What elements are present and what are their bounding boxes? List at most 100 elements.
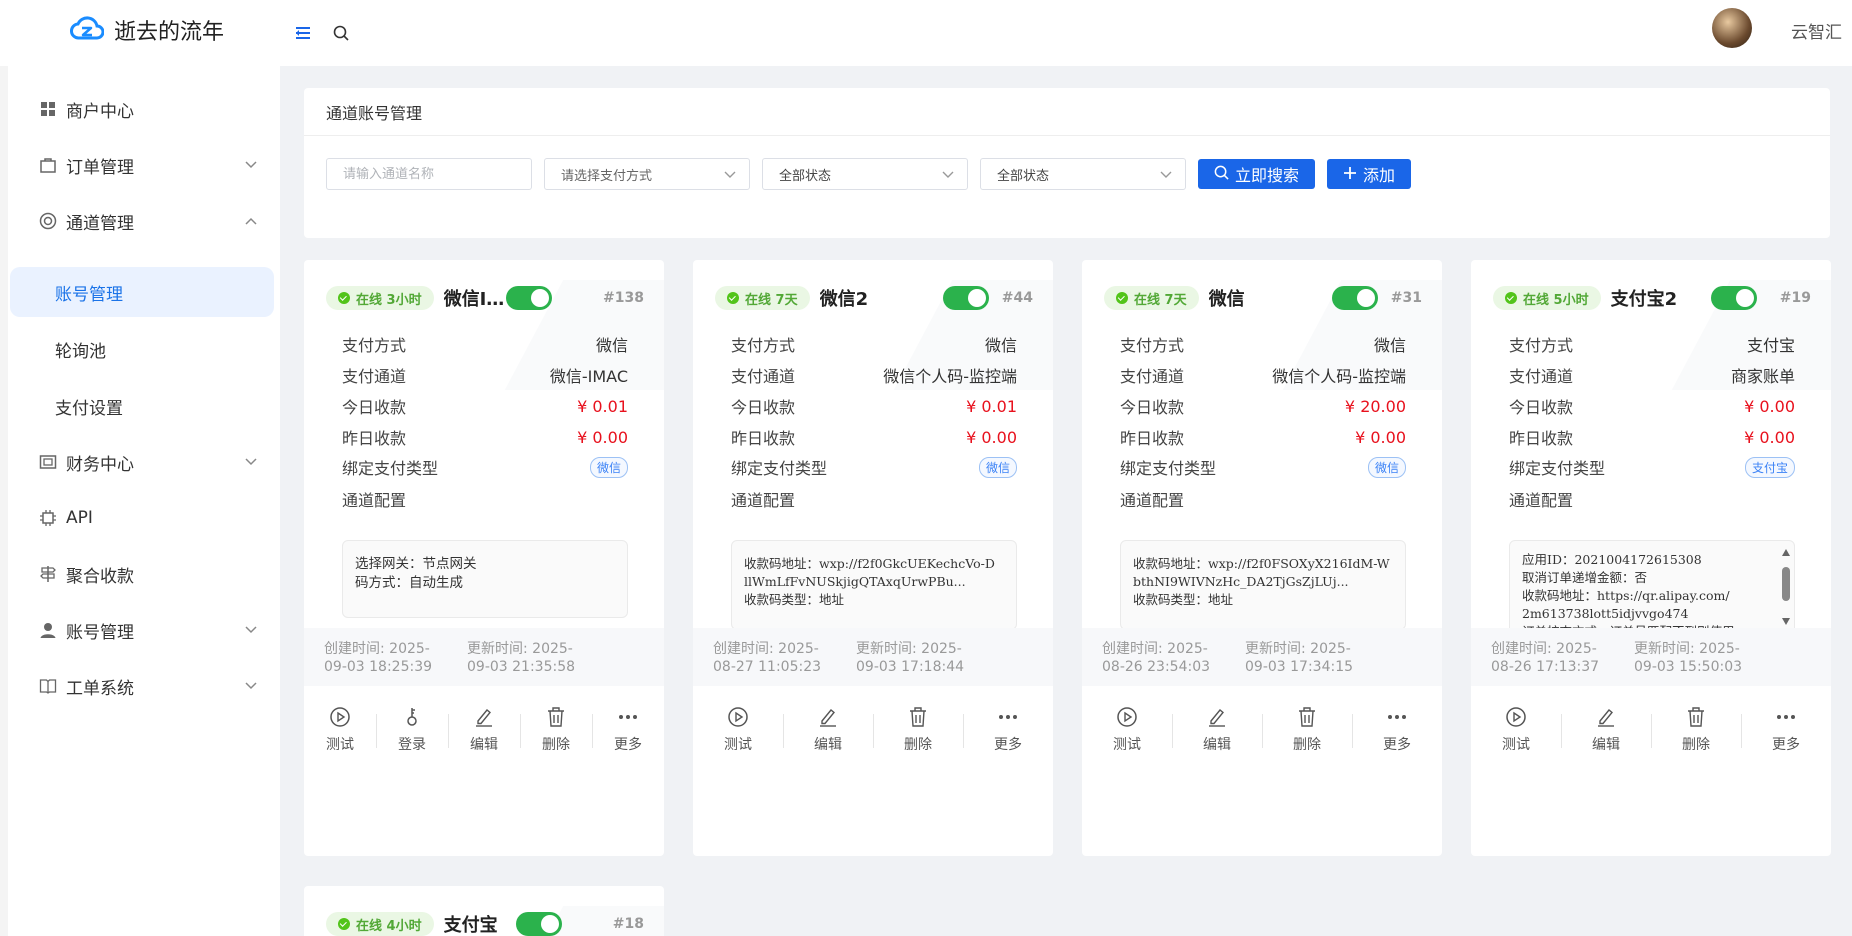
more-button[interactable]: 更多	[1352, 700, 1442, 760]
action-label: 测试	[1113, 737, 1141, 753]
more-button[interactable]: 更多	[1741, 700, 1831, 760]
trash-icon	[548, 707, 564, 727]
status-select-2[interactable]: 全部状态	[980, 158, 1186, 190]
card-header: 在线 7天 微信 #31	[1104, 282, 1422, 314]
enable-toggle[interactable]	[1332, 286, 1378, 310]
pay-method-select[interactable]: 请选择支付方式	[544, 158, 750, 190]
row-label: 今日收款	[731, 398, 796, 417]
row-value: ¥ 0.00	[1744, 396, 1795, 416]
plus-icon	[1343, 165, 1357, 184]
lifebuoy-icon	[38, 211, 58, 231]
chevron-down-icon	[723, 167, 737, 181]
scroll-thumb[interactable]	[1782, 567, 1790, 601]
row-pay-method: 支付方式 支付宝	[1509, 332, 1795, 356]
config-box: 收款码地址：wxp://f2f0FSOXyX216IdM-W bthNI9WIV…	[1120, 540, 1406, 630]
sidebar-item-aggregate-payment[interactable]: 聚合收款	[8, 549, 280, 599]
filter-panel: 通道账号管理 请选择支付方式 全部状态 全部状态 立即搜索	[304, 88, 1830, 238]
sidebar: 商户中心 订单管理 通道管理 账号管理 轮询池 支付设置 财务中心 API 聚合…	[0, 66, 280, 936]
status-select-1[interactable]: 全部状态	[762, 158, 968, 190]
sidebar-item-channels[interactable]: 通道管理	[8, 196, 280, 246]
channel-name: 微信	[1208, 289, 1245, 310]
scroll-up-icon[interactable]	[1782, 549, 1790, 556]
sidebar-item-tickets[interactable]: 工单系统	[8, 661, 280, 711]
row-value: 微信	[984, 336, 1017, 355]
edit-button[interactable]: 编辑	[448, 700, 520, 760]
sidebar-item-label: 财务中心	[66, 454, 134, 475]
created-time: 创建时间: 2025-08-26 23:54:03	[1102, 641, 1211, 675]
action-label: 删除	[542, 737, 570, 753]
scroll-down-icon[interactable]	[1782, 618, 1790, 625]
grid-icon	[38, 99, 58, 119]
search-icon[interactable]	[328, 20, 354, 46]
more-dots-icon	[1777, 715, 1795, 719]
test-button[interactable]: 测试	[1471, 700, 1561, 760]
card-header: 在线 5小时 支付宝2 #19	[1493, 282, 1811, 314]
edit-button[interactable]: 编辑	[783, 700, 873, 760]
chip-icon	[38, 508, 58, 528]
edit-button[interactable]: 编辑	[1561, 700, 1651, 760]
menu-toggle-icon[interactable]	[290, 20, 316, 46]
enable-toggle[interactable]	[1711, 286, 1757, 310]
sidebar-subitem-payment-settings[interactable]: 支付设置	[10, 381, 274, 431]
test-button[interactable]: 测试	[693, 700, 783, 760]
cloud-logo-icon	[70, 14, 105, 46]
channel-id: #19	[1779, 290, 1811, 306]
config-line: 收款码类型：地址	[1133, 592, 1234, 607]
status-badge: 在线 7天	[715, 286, 810, 310]
add-button[interactable]: 添加	[1327, 159, 1412, 189]
sidebar-item-finance[interactable]: 财务中心	[8, 437, 280, 487]
card-header: 在线 3小时 微信IMAC #138	[326, 282, 644, 314]
updated-time: 更新时间: 2025-09-03 17:18:44	[856, 641, 965, 675]
user-name[interactable]: 云智汇	[1791, 18, 1842, 43]
updated-time: 更新时间: 2025-09-03 21:35:58	[467, 641, 576, 675]
delete-button[interactable]: 删除	[873, 700, 963, 760]
row-label: 昨日收款	[1509, 429, 1574, 448]
config-box[interactable]: 应用ID：2021004172615308 取消订单递增金额：否 收款码地址：h…	[1509, 540, 1795, 636]
logo[interactable]: 逝去的流年	[70, 14, 224, 46]
card-actions: 测试 登录 编辑 删除 更多	[304, 700, 664, 760]
trash-icon	[910, 707, 926, 727]
sidebar-subitem-polling-pool[interactable]: 轮询池	[10, 324, 274, 374]
test-button[interactable]: 测试	[1082, 700, 1172, 760]
channel-id: #31	[1390, 290, 1422, 306]
enable-toggle[interactable]	[943, 286, 989, 310]
sidebar-item-orders[interactable]: 订单管理	[8, 140, 280, 190]
row-label: 通道配置	[1509, 491, 1574, 510]
more-dots-icon	[1388, 715, 1406, 719]
card-header: 在线 7天 微信2 #44	[715, 282, 1033, 314]
row-config: 通道配置	[1120, 487, 1406, 511]
status-badge: 在线 3小时	[326, 286, 434, 310]
top-header: 逝去的流年 云智汇	[0, 0, 1852, 66]
row-value: ¥ 0.00	[1744, 427, 1795, 447]
chevron-up-icon	[244, 214, 258, 228]
card-header: 在线 4小时 支付宝 #18	[326, 908, 644, 936]
enable-toggle[interactable]	[516, 912, 562, 936]
sidebar-item-label: 账号管理	[66, 622, 134, 643]
channel-name: 支付宝2	[1610, 289, 1678, 310]
avatar[interactable]	[1712, 8, 1752, 48]
book-icon	[38, 676, 58, 696]
more-button[interactable]: 更多	[592, 700, 664, 760]
edit-button[interactable]: 编辑	[1172, 700, 1262, 760]
login-button[interactable]: 登录	[376, 700, 448, 760]
row-value: 微信-IMAC	[549, 367, 628, 386]
search-button[interactable]: 立即搜索	[1198, 159, 1316, 189]
card-actions: 测试 编辑 删除 更多	[693, 700, 1053, 760]
app-title: 逝去的流年	[114, 20, 225, 45]
row-bind-type: 绑定支付类型 支付宝	[1509, 455, 1795, 479]
action-label: 更多	[1772, 737, 1800, 753]
more-button[interactable]: 更多	[963, 700, 1053, 760]
config-line: 收款码地址：https://qr.alipay.com/	[1522, 588, 1730, 603]
sidebar-item-accounts[interactable]: 账号管理	[8, 605, 280, 655]
scrollbar[interactable]	[1782, 549, 1790, 625]
sidebar-subitem-account-management[interactable]: 账号管理	[10, 267, 274, 317]
delete-button[interactable]: 删除	[1262, 700, 1352, 760]
status-text: 在线 3小时	[356, 292, 422, 308]
test-button[interactable]: 测试	[304, 700, 376, 760]
delete-button[interactable]: 删除	[1651, 700, 1741, 760]
sidebar-item-api[interactable]: API	[8, 493, 280, 543]
enable-toggle[interactable]	[506, 286, 552, 310]
channel-name-input[interactable]	[326, 158, 532, 190]
sidebar-item-merchant-center[interactable]: 商户中心	[8, 84, 280, 134]
delete-button[interactable]: 删除	[520, 700, 592, 760]
